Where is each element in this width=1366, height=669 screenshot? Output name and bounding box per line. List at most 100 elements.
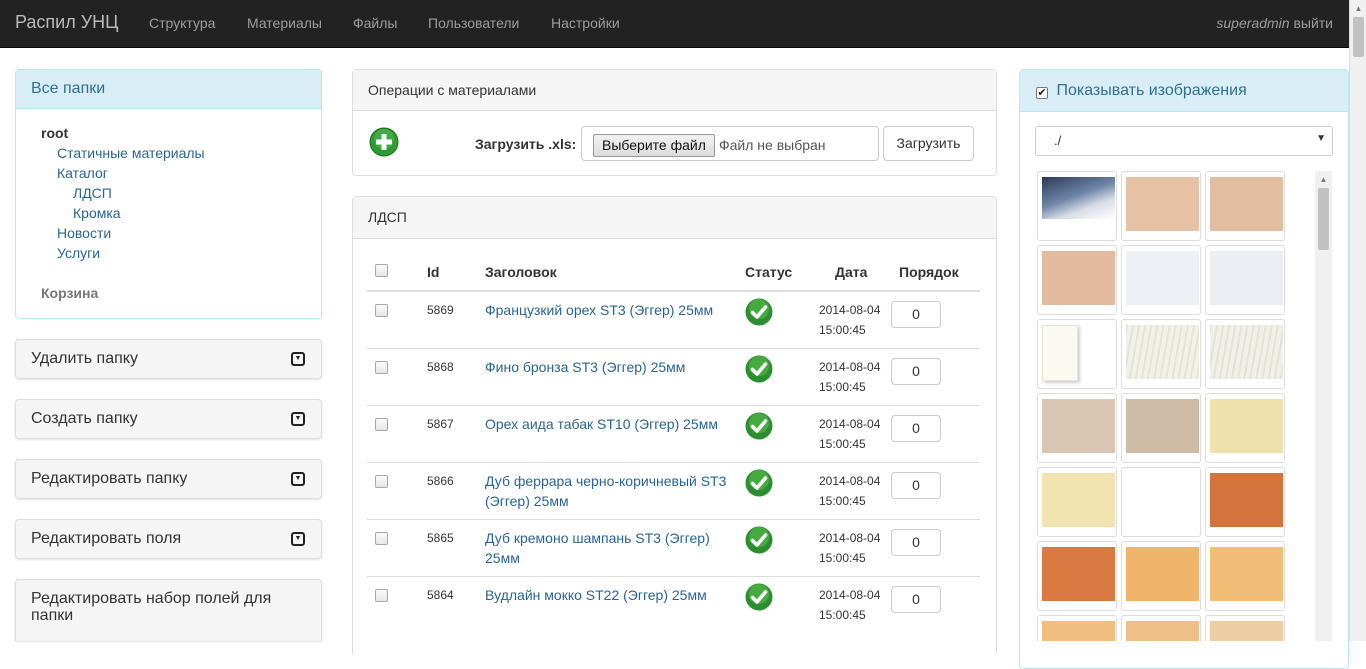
row-order-input[interactable]: 0 <box>891 529 941 556</box>
brand-logo[interactable]: Распил УНЦ <box>15 12 118 33</box>
image-folder-value: ./ <box>1054 133 1062 148</box>
row-order-input[interactable]: 0 <box>891 472 941 499</box>
image-thumbnail[interactable] <box>1205 615 1285 641</box>
image-thumbnail[interactable] <box>1121 319 1201 389</box>
logout-link[interactable]: выйти <box>1293 15 1333 31</box>
tree-node-catalog[interactable]: Каталог <box>41 163 205 183</box>
status-active-icon[interactable] <box>745 298 773 326</box>
row-checkbox[interactable] <box>375 418 388 431</box>
row-checkbox[interactable] <box>375 589 388 602</box>
image-thumbnail[interactable] <box>1037 171 1117 241</box>
show-images-label[interactable]: Показывать изображения <box>1056 82 1246 99</box>
row-title-link[interactable]: Дуб кремоно шампань ST3 (Эггер) 25мм <box>485 530 710 566</box>
thumbnail-image <box>1042 621 1115 641</box>
row-id: 5865 <box>427 531 454 545</box>
row-checkbox[interactable] <box>375 475 388 488</box>
status-active-icon[interactable] <box>745 412 773 440</box>
delete-folder-panel[interactable]: Удалить папку ▼ <box>15 339 322 379</box>
column-header-status[interactable]: Статус <box>737 253 819 292</box>
image-thumbnail[interactable] <box>1205 393 1285 463</box>
image-thumbnail[interactable] <box>1121 615 1201 641</box>
column-header-id[interactable]: Id <box>397 253 477 292</box>
image-thumbnail[interactable] <box>1121 467 1201 537</box>
image-thumbnail[interactable] <box>1037 467 1117 537</box>
row-checkbox[interactable] <box>375 304 388 317</box>
tree-node-ldsp[interactable]: ЛДСП <box>41 183 205 203</box>
row-title-link[interactable]: Орех аида табак ST10 (Эггер) 25мм <box>485 416 718 432</box>
expand-toggle-icon[interactable]: ▼ <box>291 532 305 546</box>
nav-item-files[interactable]: Файлы <box>353 15 397 31</box>
expand-toggle-icon[interactable]: ▼ <box>291 472 305 486</box>
nav-item-structure[interactable]: Структура <box>149 15 215 31</box>
row-checkbox[interactable] <box>375 361 388 374</box>
nav-item-materials[interactable]: Материалы <box>247 15 322 31</box>
upload-button[interactable]: Загрузить <box>883 126 974 161</box>
tree-node-edge[interactable]: Кромка <box>41 203 205 223</box>
table-row[interactable]: 5864 Вудлайн мокко ST22 (Эггер) 25мм 2014-… <box>367 576 980 634</box>
tree-node-news[interactable]: Новости <box>41 223 205 243</box>
image-thumbnail[interactable] <box>1037 615 1117 641</box>
table-row[interactable]: 5866 Дуб феррара черно-коричневый ST3 (Эг… <box>367 462 980 520</box>
row-title-link[interactable]: Вудлайн мокко ST22 (Эггер) 25мм <box>485 587 707 603</box>
choose-file-button[interactable]: Выберите файл <box>593 134 715 157</box>
image-thumbnail[interactable] <box>1205 319 1285 389</box>
row-checkbox[interactable] <box>375 532 388 545</box>
row-title-link[interactable]: Фино бронза ST3 (Эггер) 25мм <box>485 359 685 375</box>
nav-item-settings[interactable]: Настройки <box>551 15 620 31</box>
tree-node-static[interactable]: Статичные материалы <box>41 143 205 163</box>
row-title-link[interactable]: Дуб феррара черно-коричневый ST3 (Эггер)… <box>485 473 726 509</box>
tree-node-root[interactable]: root <box>41 123 205 143</box>
tree-node-services[interactable]: Услуги <box>41 243 205 263</box>
row-order-input[interactable]: 0 <box>891 586 941 613</box>
image-thumbnail[interactable] <box>1205 541 1285 611</box>
row-id: 5869 <box>427 303 454 317</box>
gallery-scrollbar-thumb[interactable] <box>1318 188 1329 250</box>
scroll-up-arrow-icon[interactable]: ▲ <box>1315 171 1332 188</box>
status-active-icon[interactable] <box>745 469 773 497</box>
column-header-title[interactable]: Заголовок <box>477 253 737 292</box>
image-thumbnail[interactable] <box>1037 541 1117 611</box>
expand-toggle-icon[interactable]: ▼ <box>291 412 305 426</box>
image-thumbnail[interactable] <box>1121 171 1201 241</box>
current-user: superadmin <box>1216 15 1290 31</box>
row-order-input[interactable]: 0 <box>891 415 941 442</box>
image-thumbnail[interactable] <box>1205 171 1285 241</box>
table-row[interactable]: 5867 Орех аида табак ST10 (Эггер) 25мм 201… <box>367 405 980 463</box>
scroll-up-arrow-icon[interactable]: ▲ <box>1350 0 1366 17</box>
show-images-checkbox[interactable]: ✔ <box>1036 87 1048 99</box>
scrollbar-thumb[interactable] <box>1353 17 1364 57</box>
table-row[interactable]: 5868 Фино бронза ST3 (Эггер) 25мм 2014-08-… <box>367 348 980 406</box>
create-folder-panel[interactable]: Создать папку ▼ <box>15 399 322 439</box>
table-row[interactable]: 5865 Дуб кремоно шампань ST3 (Эггер) 25мм… <box>367 519 980 577</box>
edit-folder-panel[interactable]: Редактировать папку ▼ <box>15 459 322 499</box>
status-active-icon[interactable] <box>745 355 773 383</box>
gallery-scrollbar[interactable]: ▲ <box>1315 171 1332 641</box>
add-material-icon[interactable] <box>369 127 399 157</box>
page-scrollbar[interactable]: ▲ <box>1349 0 1366 641</box>
tree-node-basket[interactable]: Корзина <box>41 283 205 303</box>
nav-item-users[interactable]: Пользователи <box>428 15 519 31</box>
image-thumbnail[interactable] <box>1121 245 1201 315</box>
file-input[interactable]: Выберите файл Файл не выбран <box>581 126 879 161</box>
column-header-order[interactable]: Порядок <box>891 253 980 292</box>
status-active-icon[interactable] <box>745 583 773 611</box>
image-thumbnail[interactable] <box>1205 467 1285 537</box>
select-all-checkbox[interactable] <box>375 263 388 277</box>
image-thumbnail[interactable] <box>1037 245 1117 315</box>
image-thumbnail[interactable] <box>1205 245 1285 315</box>
edit-fieldset-panel[interactable]: Редактировать набор полей для папки <box>15 579 322 641</box>
column-header-date[interactable]: Дата <box>819 253 891 292</box>
image-thumbnail[interactable] <box>1037 319 1117 389</box>
row-order-input[interactable]: 0 <box>891 301 941 328</box>
image-folder-select[interactable]: ./ ▼ <box>1035 126 1333 156</box>
expand-toggle-icon[interactable]: ▼ <box>291 352 305 366</box>
image-thumbnail[interactable] <box>1121 393 1201 463</box>
row-title-link[interactable]: Французкий орех ST3 (Эггер) 25мм <box>485 302 713 318</box>
table-row[interactable]: 5869 Французкий орех ST3 (Эггер) 25мм 2014… <box>367 290 980 349</box>
row-order-input[interactable]: 0 <box>891 358 941 385</box>
status-active-icon[interactable] <box>745 526 773 554</box>
image-thumbnail[interactable] <box>1121 541 1201 611</box>
thumbnail-image <box>1042 177 1115 219</box>
image-thumbnail[interactable] <box>1037 393 1117 463</box>
edit-fields-panel[interactable]: Редактировать поля ▼ <box>15 519 322 559</box>
